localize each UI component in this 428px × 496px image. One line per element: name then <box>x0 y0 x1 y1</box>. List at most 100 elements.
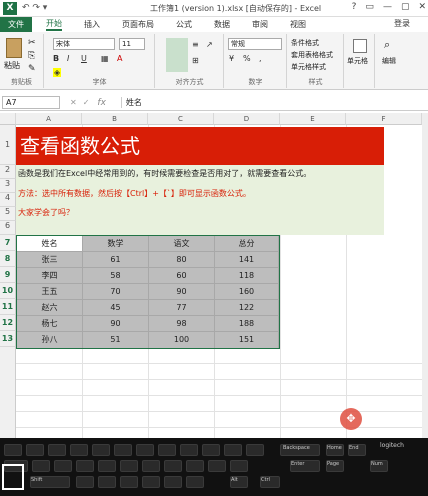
row-header-9[interactable]: 9 <box>0 267 16 283</box>
tab-review[interactable]: 审阅 <box>252 19 268 30</box>
cell-styles-button[interactable]: 单元格样式 <box>291 62 326 72</box>
vertical-scrollbar[interactable] <box>422 113 428 443</box>
table-header-total[interactable]: 总分 <box>215 236 279 252</box>
close-button[interactable]: ✕ <box>418 2 426 12</box>
column-header-c[interactable]: C <box>148 113 214 125</box>
name-box[interactable]: A7 <box>2 96 60 109</box>
table-cell[interactable]: 60 <box>149 268 215 284</box>
row-header-6[interactable]: 6 <box>0 221 16 235</box>
table-format-button[interactable]: 套用表格格式 <box>291 50 333 60</box>
table-cell[interactable]: 45 <box>83 300 149 316</box>
data-table[interactable]: 姓名 数学 语文 总分 张三 61 80 141 李四 58 60 118 王五… <box>16 235 280 349</box>
select-all-corner[interactable] <box>0 113 16 125</box>
help-icon[interactable]: ? <box>352 2 357 12</box>
insert-function-icon[interactable]: fx <box>97 98 106 108</box>
minimize-button[interactable]: — <box>383 2 392 12</box>
italic-button[interactable]: I <box>67 54 69 63</box>
row-header-13[interactable]: 13 <box>0 331 16 347</box>
copy-icon[interactable]: ⎘ <box>28 51 35 61</box>
row-header-1[interactable]: 1 <box>0 125 16 165</box>
merge-center-icon[interactable]: ⊞ <box>192 56 199 65</box>
tab-data[interactable]: 数据 <box>214 19 230 30</box>
table-cell[interactable]: 张三 <box>17 252 83 268</box>
row-header-2[interactable]: 2 <box>0 165 16 179</box>
wrap-text-icon[interactable]: ≡ <box>192 40 199 49</box>
table-cell[interactable]: 141 <box>215 252 279 268</box>
row-header-5[interactable]: 5 <box>0 207 16 221</box>
key-cap <box>54 460 72 472</box>
currency-icon[interactable]: ¥ <box>229 54 234 63</box>
conditional-format-button[interactable]: 条件格式 <box>291 38 319 48</box>
row-header-7[interactable]: 7 <box>0 235 16 251</box>
tab-home[interactable]: 开始 <box>46 18 62 31</box>
row-header-12[interactable]: 12 <box>0 315 16 331</box>
bold-button[interactable]: B <box>53 54 59 63</box>
fill-color-icon[interactable]: ◈ <box>53 68 62 77</box>
cancel-icon[interactable]: ✕ <box>70 98 77 107</box>
tab-insert[interactable]: 插入 <box>84 19 100 30</box>
ribbon-display-icon[interactable]: ▭ <box>365 2 374 12</box>
tab-file[interactable]: 文件 <box>0 17 32 32</box>
number-format-select[interactable]: 常规 <box>228 38 282 50</box>
paste-icon[interactable] <box>6 38 22 58</box>
table-cell[interactable]: 赵六 <box>17 300 83 316</box>
table-cell[interactable]: 李四 <box>17 268 83 284</box>
table-cell[interactable]: 100 <box>149 332 215 348</box>
cut-icon[interactable]: ✂ <box>28 38 36 48</box>
table-cell[interactable]: 王五 <box>17 284 83 300</box>
search-icon[interactable]: ⌕ <box>384 38 390 52</box>
table-cell[interactable]: 80 <box>149 252 215 268</box>
percent-button[interactable]: % <box>243 54 251 63</box>
table-cell[interactable]: 122 <box>215 300 279 316</box>
row-header-4[interactable]: 4 <box>0 193 16 207</box>
formula-input[interactable]: 姓名 <box>120 97 142 108</box>
table-cell[interactable]: 77 <box>149 300 215 316</box>
row-header-3[interactable]: 3 <box>0 179 16 193</box>
table-cell[interactable]: 90 <box>149 284 215 300</box>
tab-page-layout[interactable]: 页面布局 <box>122 19 154 30</box>
border-icon[interactable]: ▦ <box>101 54 109 63</box>
font-name-select[interactable]: 宋体 <box>53 38 115 50</box>
tab-view[interactable]: 视图 <box>290 19 306 30</box>
column-header-a[interactable]: A <box>16 113 82 125</box>
table-cell[interactable]: 58 <box>83 268 149 284</box>
format-painter-icon[interactable]: ✎ <box>28 64 36 74</box>
row-header-8[interactable]: 8 <box>0 251 16 267</box>
table-cell[interactable]: 孙八 <box>17 332 83 348</box>
enter-icon[interactable]: ✓ <box>83 98 90 107</box>
underline-button[interactable]: U <box>81 54 87 63</box>
row-header-11[interactable]: 11 <box>0 299 16 315</box>
table-cell[interactable]: 61 <box>83 252 149 268</box>
font-color-button[interactable]: A <box>117 54 122 63</box>
row-header-10[interactable]: 10 <box>0 283 16 299</box>
font-size-select[interactable]: 11 <box>119 38 145 50</box>
table-cell[interactable]: 70 <box>83 284 149 300</box>
cells-icon[interactable] <box>353 39 367 53</box>
column-header-f[interactable]: F <box>346 113 422 125</box>
paste-label[interactable]: 粘贴 <box>4 60 20 71</box>
table-header-math[interactable]: 数学 <box>83 236 149 252</box>
cells-button-label[interactable]: 单元格 <box>347 56 368 66</box>
tab-formulas[interactable]: 公式 <box>176 19 192 30</box>
comma-button[interactable]: , <box>259 54 262 63</box>
table-header-name[interactable]: 姓名 <box>17 236 83 252</box>
table-cell[interactable]: 90 <box>83 316 149 332</box>
orientation-icon[interactable]: ↗ <box>206 40 213 49</box>
align-middle-icon[interactable] <box>166 38 188 72</box>
worksheet[interactable]: A B C D E F 1 2 3 4 5 6 7 8 9 10 11 12 1… <box>0 113 428 443</box>
editing-button-label[interactable]: 编辑 <box>382 56 396 66</box>
column-header-e[interactable]: E <box>280 113 346 125</box>
table-header-chinese[interactable]: 语文 <box>149 236 215 252</box>
table-cell[interactable]: 118 <box>215 268 279 284</box>
quick-access-toolbar[interactable]: ↶ ↷ ▾ <box>22 3 47 13</box>
table-cell[interactable]: 51 <box>83 332 149 348</box>
column-header-b[interactable]: B <box>82 113 148 125</box>
login-link[interactable]: 登录 <box>394 18 410 29</box>
table-cell[interactable]: 160 <box>215 284 279 300</box>
table-cell[interactable]: 98 <box>149 316 215 332</box>
column-header-d[interactable]: D <box>214 113 280 125</box>
table-cell[interactable]: 188 <box>215 316 279 332</box>
table-cell[interactable]: 杨七 <box>17 316 83 332</box>
table-cell[interactable]: 151 <box>215 332 279 348</box>
maximize-button[interactable]: ▢ <box>401 2 410 12</box>
